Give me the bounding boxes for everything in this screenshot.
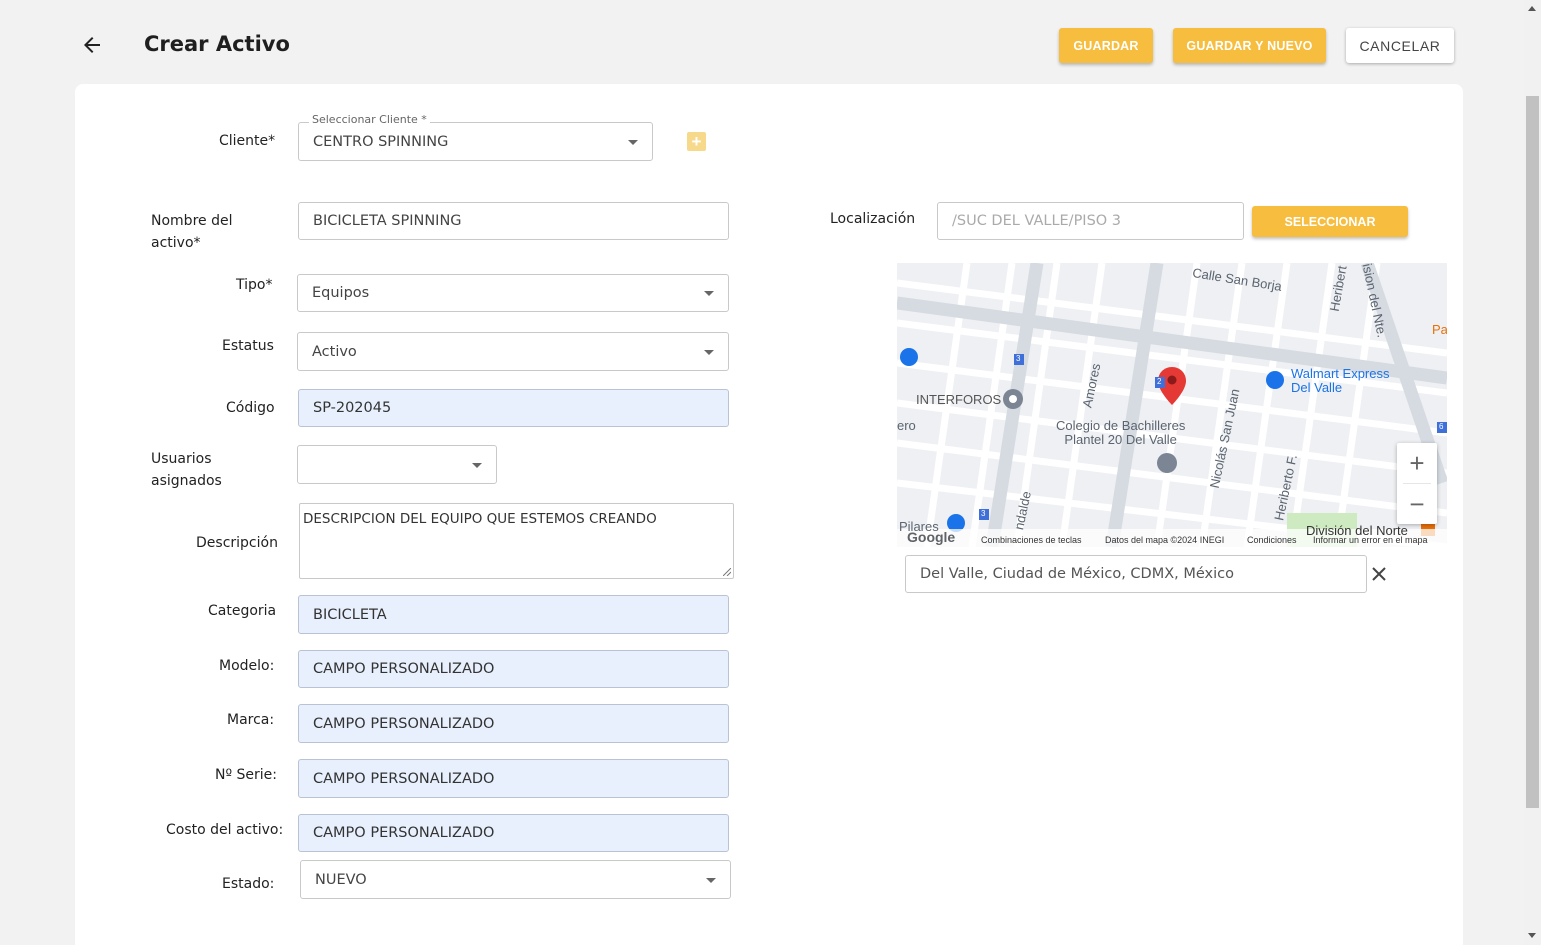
nombre-input[interactable]: BICICLETA SPINNING <box>298 202 729 240</box>
localizacion-label: Localización <box>830 211 916 227</box>
scroll-down-icon[interactable] <box>1528 933 1536 938</box>
modelo-label: Modelo: <box>219 658 275 674</box>
map-label-street: ero <box>897 418 916 433</box>
select-location-button[interactable]: SELECCIONAR <box>1252 206 1408 237</box>
tipo-label: Tipo* <box>236 277 273 293</box>
tipo-select[interactable]: Equipos <box>297 274 729 312</box>
map-zoom-control: + − <box>1397 443 1437 524</box>
estatus-select[interactable]: Activo <box>297 332 729 371</box>
map-terms-link[interactable]: Condiciones <box>1247 535 1297 545</box>
map-route-badge: 6 <box>1439 422 1444 431</box>
marca-input[interactable]: CAMPO PERSONALIZADO <box>298 704 729 743</box>
cliente-value: CENTRO SPINNING <box>313 133 449 150</box>
descripcion-label: Descripción <box>196 535 278 551</box>
resize-handle-icon[interactable] <box>723 568 731 576</box>
categoria-input[interactable]: BICICLETA <box>298 595 729 634</box>
nombre-label: Nombre del activo* <box>151 213 233 251</box>
map-label-poi: Colegio de Bachilleres Plantel 20 Del Val… <box>1056 418 1186 447</box>
serie-input[interactable]: CAMPO PERSONALIZADO <box>298 759 729 798</box>
costo-label: Costo del activo: <box>166 822 284 838</box>
cancel-button[interactable]: CANCELAR <box>1346 28 1454 63</box>
map-report-link[interactable]: Informar un error en el mapa <box>1313 535 1428 545</box>
chevron-down-icon <box>704 349 714 355</box>
cliente-float-label: Seleccionar Cliente * <box>309 113 430 126</box>
map[interactable]: Calle San Borja Heribert ision del Nte. … <box>897 263 1447 547</box>
serie-label: Nº Serie: <box>215 767 277 783</box>
save-button[interactable]: GUARDAR <box>1059 28 1153 63</box>
cliente-label: Cliente* <box>219 133 276 149</box>
scrollbar-thumb[interactable] <box>1526 96 1539 808</box>
map-route-badge: 3 <box>981 509 986 518</box>
map-data-attribution: Datos del mapa ©2024 INEGI <box>1105 535 1225 545</box>
codigo-input[interactable]: SP-202045 <box>298 389 729 427</box>
map-label-poi: Walmart Express Del Valle <box>1291 366 1390 395</box>
add-client-icon[interactable]: + <box>687 132 706 151</box>
codigo-label: Código <box>226 400 275 416</box>
chevron-down-icon <box>472 462 482 468</box>
categoria-label: Categoria <box>208 603 277 619</box>
descripcion-textarea[interactable]: DESCRIPCION DEL EQUIPO QUE ESTEMOS CREAN… <box>299 503 734 579</box>
map-route-badge: 3 <box>1016 354 1021 363</box>
modelo-input[interactable]: CAMPO PERSONALIZADO <box>298 650 729 688</box>
chevron-down-icon <box>628 139 638 145</box>
cliente-select[interactable]: CENTRO SPINNING <box>298 122 653 161</box>
costo-input[interactable]: CAMPO PERSONALIZADO <box>298 814 729 852</box>
close-icon[interactable] <box>1370 565 1388 583</box>
map-keyboard-shortcuts-link[interactable]: Combinaciones de teclas <box>981 535 1082 545</box>
zoom-out-button[interactable]: − <box>1397 484 1437 524</box>
chevron-down-icon <box>704 291 714 296</box>
back-arrow-icon[interactable] <box>80 33 104 57</box>
marca-label: Marca: <box>227 712 275 728</box>
scroll-up-icon[interactable] <box>1528 6 1536 11</box>
map-route-badge: 2 <box>1157 377 1162 386</box>
zoom-in-button[interactable]: + <box>1397 443 1437 483</box>
estatus-label: Estatus <box>222 338 274 354</box>
page-title: Crear Activo <box>144 32 290 56</box>
address-search-input[interactable]: Del Valle, Ciudad de México, CDMX, Méxic… <box>905 555 1367 593</box>
localizacion-input[interactable]: /SUC DEL VALLE/PISO 3 <box>937 202 1244 240</box>
usuarios-label: Usuarios asignados <box>151 451 222 489</box>
google-logo: Google <box>907 529 956 545</box>
save-and-new-button[interactable]: GUARDAR Y NUEVO <box>1173 28 1326 63</box>
estado-select[interactable]: NUEVO <box>300 860 731 899</box>
usuarios-select[interactable] <box>297 445 497 484</box>
chevron-down-icon <box>706 877 716 883</box>
estado-label: Estado: <box>222 876 275 892</box>
map-label-poi: INTERFOROS <box>916 392 1002 407</box>
map-label-poi: Pa <box>1432 322 1447 337</box>
